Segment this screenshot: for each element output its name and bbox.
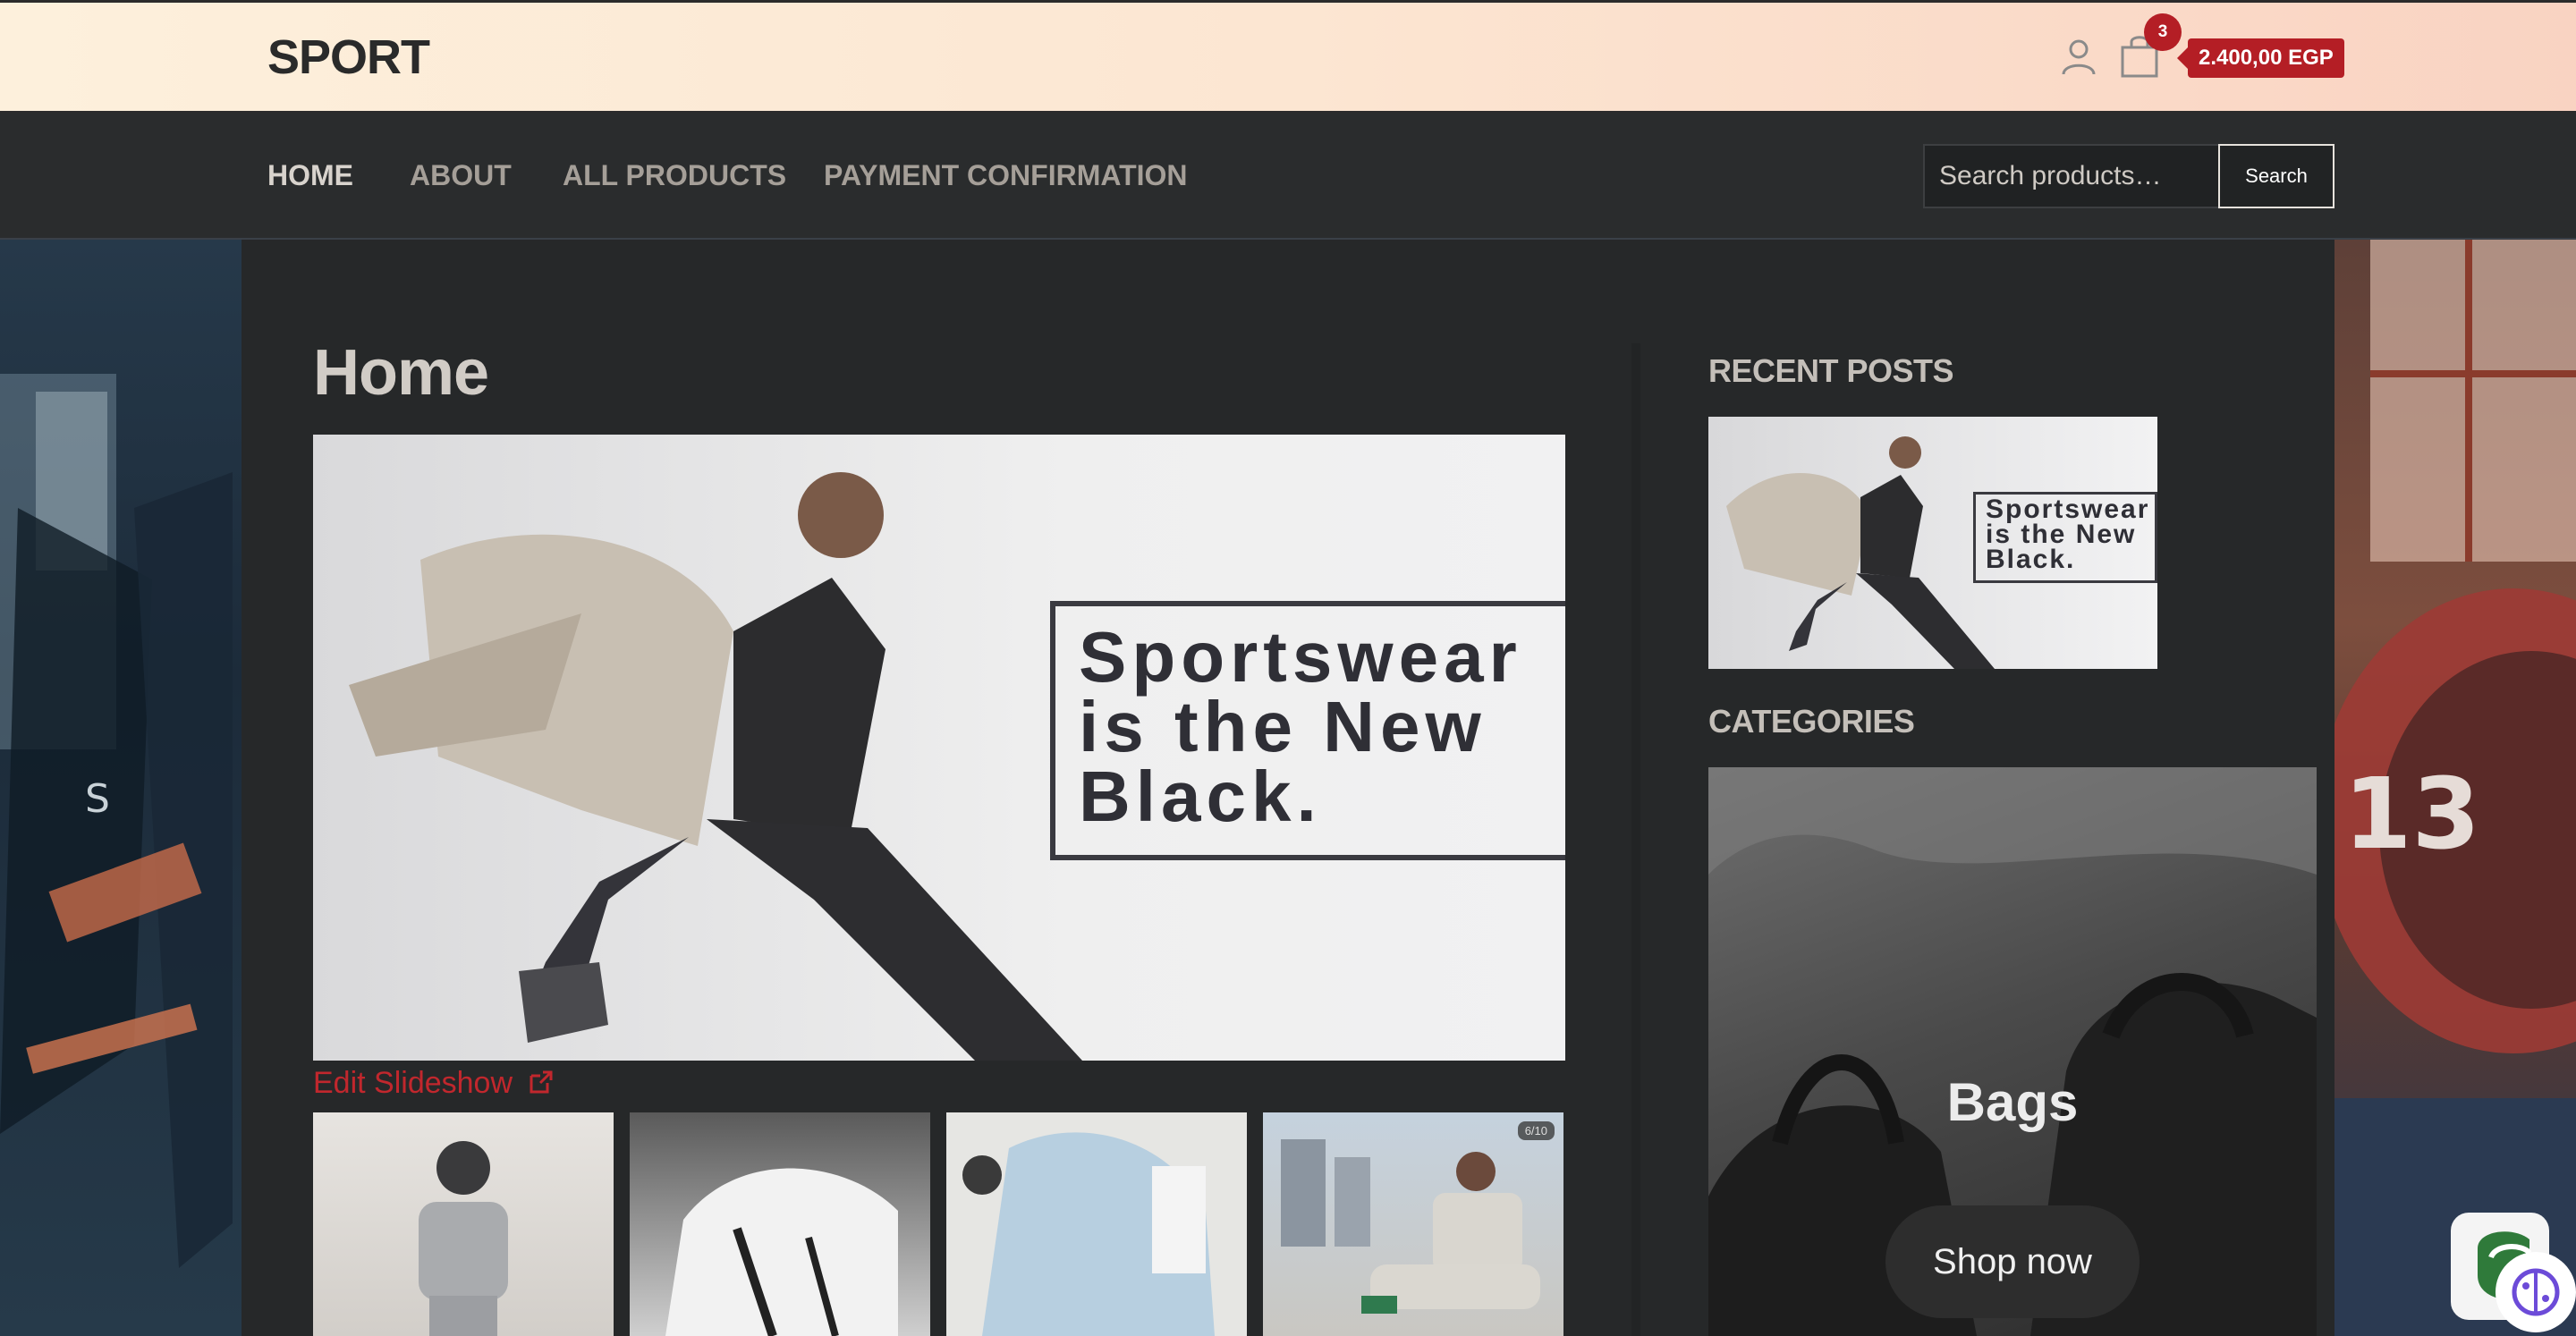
cart-count-badge: 3 — [2144, 13, 2182, 51]
nav-about[interactable]: ABOUT — [410, 159, 512, 192]
main-content: Home Sportswear is the New Black. Edit S… — [242, 240, 2334, 1336]
slide-counter: 6/10 — [1517, 1121, 1555, 1140]
background-image-right: 13 — [2334, 240, 2576, 1336]
search-button[interactable]: Search — [2218, 144, 2334, 208]
recent-post-headline: Sportswear is the New Black. — [1986, 495, 2150, 574]
site-logo[interactable]: SPORT — [267, 30, 430, 85]
slideshow-thumbnails: 6/10 — [313, 1112, 1565, 1336]
nav-home[interactable]: HOME — [267, 159, 353, 192]
recent-post-thumbnail[interactable]: Sportswear is the New Black. — [1708, 417, 2157, 669]
svg-text:S: S — [85, 776, 110, 822]
edit-slideshow-label: Edit Slideshow — [313, 1066, 513, 1100]
thumbnail-3[interactable] — [946, 1112, 1247, 1336]
thumbnail-1[interactable] — [313, 1112, 614, 1336]
page-title: Home — [313, 337, 489, 409]
shop-now-button[interactable]: Shop now — [1885, 1205, 2140, 1318]
nav-payment-confirmation[interactable]: PAYMENT CONFIRMATION — [824, 159, 1188, 192]
cart-total[interactable]: 2.400,00 EGP — [2177, 38, 2344, 78]
search-input[interactable] — [1923, 144, 2220, 208]
recent-posts-heading: RECENT POSTS — [1708, 352, 1954, 389]
site-header: SPORT 3 2.400,00 EGP — [0, 0, 2576, 113]
external-link-icon — [530, 1070, 553, 1094]
thumbnail-2[interactable] — [630, 1112, 930, 1336]
hero-headline: Sportswear is the New Black. — [1079, 617, 1522, 836]
user-account-icon[interactable] — [2059, 37, 2098, 76]
svg-text:13: 13 — [2343, 757, 2480, 871]
brain-icon — [2512, 1268, 2560, 1316]
ai-assistant-button[interactable] — [2496, 1252, 2576, 1332]
hero-slideshow[interactable]: Sportswear is the New Black. — [313, 435, 1565, 1061]
main-navigation: HOME ABOUT ALL PRODUCTS PAYMENT CONFIRMA… — [0, 113, 2576, 240]
content-divider — [1631, 343, 1640, 1336]
nav-all-products[interactable]: ALL PRODUCTS — [563, 159, 786, 192]
edit-slideshow-link[interactable]: Edit Slideshow — [313, 1066, 555, 1101]
category-name: Bags — [1946, 1072, 2079, 1132]
category-card-bags[interactable]: Bags Shop now — [1708, 767, 2317, 1336]
categories-heading: CATEGORIES — [1708, 703, 1915, 740]
background-image-left: S — [0, 240, 242, 1336]
thumbnail-4[interactable]: 6/10 — [1263, 1112, 1563, 1336]
